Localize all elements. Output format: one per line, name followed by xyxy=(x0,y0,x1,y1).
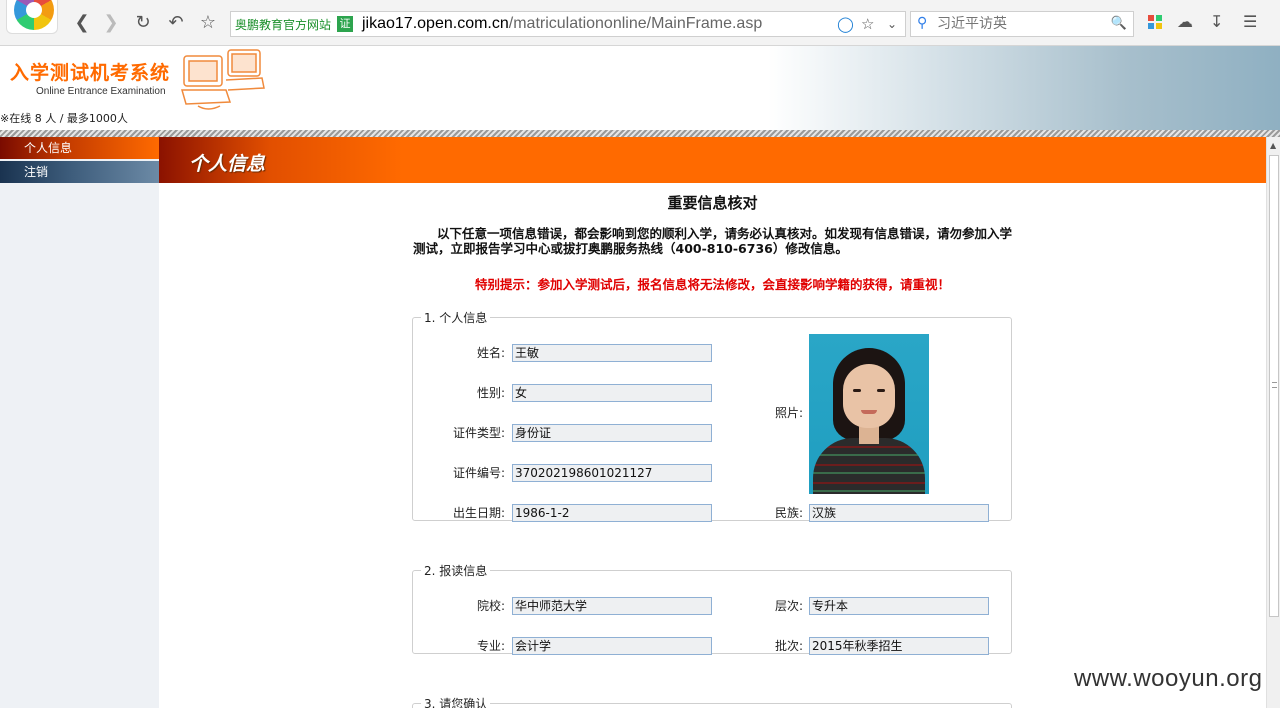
notice-text: 以下任意一项信息错误，都会影响到您的顺利入学，请务必认真核对。如发现有信息错误，… xyxy=(413,226,1013,256)
name-label: 姓名: xyxy=(476,346,505,360)
download-icon[interactable]: ↧ xyxy=(1210,12,1223,31)
scrollbar-thumb[interactable] xyxy=(1269,155,1279,617)
ethnicity-label: 民族: xyxy=(774,506,803,520)
chevron-down-icon[interactable]: ⌄ xyxy=(887,17,897,31)
url-host: jikao17.open.com.cn xyxy=(362,15,509,32)
section-header: 个人信息 xyxy=(159,137,1266,183)
computer-logo-icon xyxy=(181,49,265,110)
favorite-star-icon[interactable]: ☆ xyxy=(861,15,874,33)
id-type-label: 证件类型: xyxy=(452,426,505,440)
birth-date-field[interactable]: 1986-1-2 xyxy=(512,504,712,522)
applicant-photo xyxy=(809,334,929,494)
apps-grid-icon[interactable] xyxy=(1148,15,1162,29)
school-field[interactable]: 华中师范大学 xyxy=(512,597,712,615)
enrollment-info-group: 2. 报读信息 院校: 华中师范大学 层次: 专升本 专业: 会计学 批次: 2… xyxy=(412,562,1012,655)
major-field[interactable]: 会计学 xyxy=(512,637,712,655)
url-path: /matriculationonline/MainFrame.asp xyxy=(508,15,763,32)
sidebar-item-logout[interactable]: 注销 xyxy=(0,161,159,183)
school-label: 院校: xyxy=(476,599,505,613)
personal-info-legend: 1. 个人信息 xyxy=(424,311,488,325)
ie-engine-icon[interactable]: ◯ xyxy=(837,15,854,33)
scroll-grip-icon xyxy=(1272,382,1277,388)
url-text[interactable]: jikao17.open.com.cn/matriculationonline/… xyxy=(362,15,762,33)
forward-icon[interactable]: ❯ xyxy=(100,12,122,34)
search-icon[interactable]: 🔍 xyxy=(1111,16,1127,31)
site-badge: 奥鹏教育官方网站 xyxy=(235,18,332,32)
cloud-icon[interactable]: ☁ xyxy=(1177,12,1193,31)
refresh-icon[interactable]: ↻ xyxy=(132,12,154,34)
system-subtitle: Online Entrance Examination xyxy=(36,86,166,97)
warning-text: 特别提示：参加入学测试后，报名信息将无法修改，会直接影响学籍的获得，请重视！ xyxy=(474,277,950,292)
online-status: ※在线 8 人 / 最多1000人 xyxy=(0,112,128,125)
sidebar-item-personal-info[interactable]: 个人信息 xyxy=(0,137,159,159)
gender-field[interactable]: 女 xyxy=(512,384,712,402)
header-divider xyxy=(0,130,1280,137)
personal-info-group: 1. 个人信息 姓名: 王敏 性别: 女 证件类型: 身份证 证件编号: 370… xyxy=(412,309,1012,522)
level-field[interactable]: 专升本 xyxy=(809,597,989,615)
major-label: 专业: xyxy=(476,639,505,653)
gender-label: 性别: xyxy=(476,386,505,400)
bookmark-star-icon[interactable]: ☆ xyxy=(197,12,219,34)
main-content: 重要信息核对 以下任意一项信息错误，都会影响到您的顺利入学，请务必认真核对。如发… xyxy=(159,183,1266,708)
certificate-icon[interactable]: 证 xyxy=(337,16,353,32)
id-number-field[interactable]: 370202198601021127 xyxy=(512,464,712,482)
confirm-group: 3. 请您确认 xyxy=(412,695,1012,708)
sidebar: 个人信息 注销 xyxy=(0,137,159,708)
back-icon[interactable]: ❮ xyxy=(71,12,93,34)
search-box[interactable]: ⚲ 🔍 xyxy=(910,11,1134,37)
search-engine-icon: ⚲ xyxy=(917,15,928,31)
search-input[interactable] xyxy=(937,15,1107,33)
watermark: www.wooyun.org xyxy=(1074,665,1263,692)
undo-icon[interactable]: ↶ xyxy=(165,12,187,34)
menu-icon[interactable]: ☰ xyxy=(1243,12,1257,31)
page-scrollbar[interactable]: ▲ xyxy=(1266,137,1280,708)
page-title: 重要信息核对 xyxy=(667,194,758,212)
browser-menu-button[interactable] xyxy=(6,0,58,34)
section-title: 个人信息 xyxy=(189,153,266,175)
address-bar[interactable]: 奥鹏教育官方网站 证 jikao17.open.com.cn/matricula… xyxy=(230,11,906,37)
id-number-label: 证件编号: xyxy=(452,466,505,480)
scroll-up-icon[interactable]: ▲ xyxy=(1270,141,1276,150)
level-label: 层次: xyxy=(774,599,803,613)
batch-field[interactable]: 2015年秋季招生 xyxy=(809,637,989,655)
confirm-legend: 3. 请您确认 xyxy=(424,697,488,708)
system-title: 入学测试机考系统 xyxy=(10,62,171,84)
name-field[interactable]: 王敏 xyxy=(512,344,712,362)
birth-date-label: 出生日期: xyxy=(452,506,505,520)
site-header: 入学测试机考系统 Online Entrance Examination ※在线… xyxy=(0,46,1280,130)
enrollment-info-legend: 2. 报读信息 xyxy=(424,564,488,578)
browser-logo-icon xyxy=(14,0,54,30)
id-type-field[interactable]: 身份证 xyxy=(512,424,712,442)
photo-label: 照片: xyxy=(774,406,803,420)
batch-label: 批次: xyxy=(774,639,803,653)
ethnicity-field[interactable]: 汉族 xyxy=(809,504,989,522)
browser-toolbar: ❮ ❯ ↻ ↶ ☆ 奥鹏教育官方网站 证 jikao17.open.com.cn… xyxy=(0,0,1280,46)
